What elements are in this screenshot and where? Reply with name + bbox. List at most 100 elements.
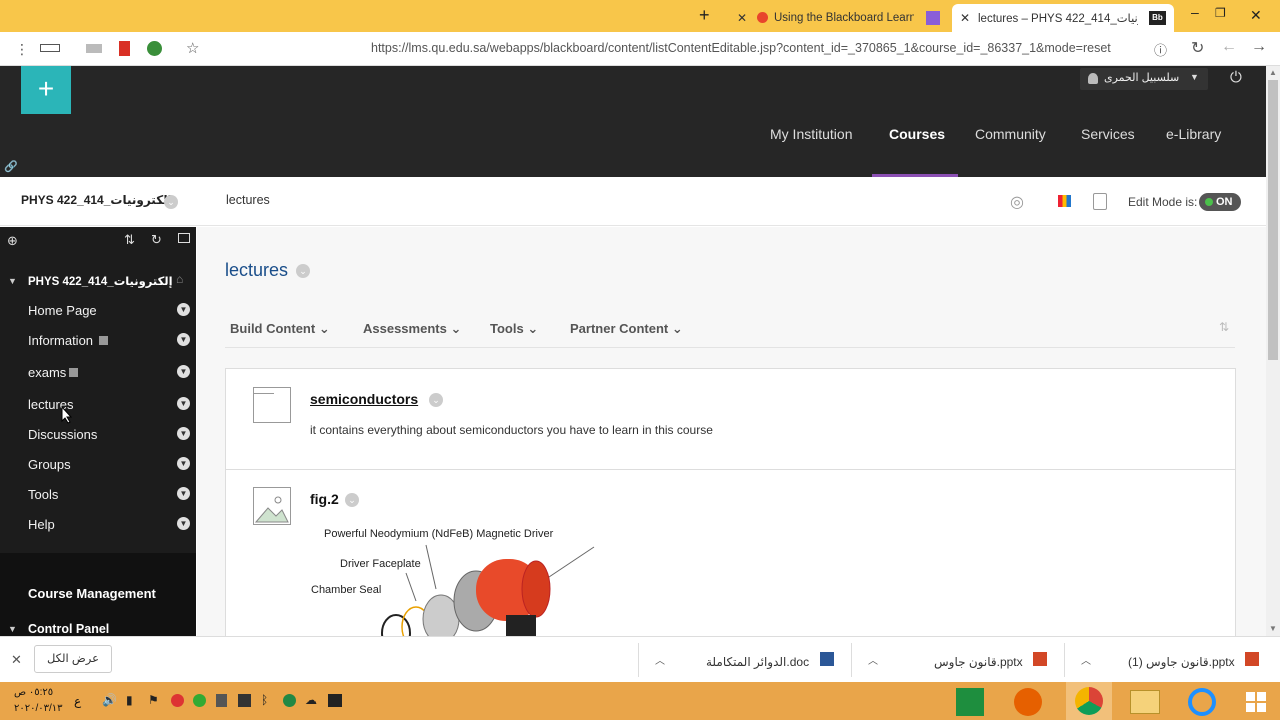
close-window-icon[interactable]: ✕ xyxy=(1250,7,1262,24)
sidebar-item-tools[interactable]: Tools xyxy=(28,487,58,502)
url-field[interactable]: https://lms.qu.edu.sa/webapps/blackboard… xyxy=(371,41,1111,55)
sidebar-item-discussions[interactable]: Discussions xyxy=(28,427,97,442)
power-icon[interactable]: ⏻ xyxy=(1230,69,1242,86)
chevron-down-icon[interactable]: ⌄ xyxy=(345,493,359,507)
sidebar-item-home-page[interactable]: Home Page xyxy=(28,303,97,318)
link-icon[interactable]: 🔗 xyxy=(4,160,18,173)
reload-icon[interactable]: ↻ xyxy=(1191,38,1204,58)
info-icon[interactable]: ⓘ xyxy=(1154,40,1167,59)
chevron-up-icon[interactable]: ︿ xyxy=(1081,652,1091,667)
chevron-down-icon[interactable]: ▼ xyxy=(177,365,190,378)
collapse-icon[interactable]: ▼ xyxy=(8,624,17,634)
chevron-down-icon[interactable]: ▼ xyxy=(177,487,190,500)
sidebar-course-title[interactable]: PHYS 422_414_إلكترونيات xyxy=(28,274,173,288)
tray-app-icon[interactable] xyxy=(328,694,342,707)
flag-icon[interactable]: ⚑ xyxy=(148,693,159,707)
user-menu[interactable]: سلسبيل الحمرى ▼ xyxy=(1080,68,1208,90)
content-item-title[interactable]: fig.2 xyxy=(310,491,339,507)
chevron-down-icon[interactable]: ⌄ xyxy=(164,195,178,209)
file-explorer-icon[interactable] xyxy=(1130,690,1160,714)
page-scrollbar[interactable]: ▲ ▼ xyxy=(1266,66,1280,636)
language-indicator-icon[interactable]: ع xyxy=(74,694,81,708)
bookmark-star-icon[interactable]: ☆ xyxy=(186,39,199,57)
nav-services[interactable]: Services xyxy=(1081,126,1135,142)
refresh-icon[interactable]: ↻ xyxy=(151,232,162,248)
cloud-icon[interactable]: ☁ xyxy=(305,693,317,707)
clock-time[interactable]: ٠٥:٢٥ ص xyxy=(14,687,53,698)
scroll-thumb[interactable] xyxy=(1268,80,1278,360)
volume-icon[interactable]: 🔊 xyxy=(102,693,117,707)
chevron-down-icon[interactable]: ▼ xyxy=(177,427,190,440)
tray-app-icon[interactable] xyxy=(193,694,206,707)
home-icon[interactable]: ⌂ xyxy=(176,272,183,286)
sidebar-item-groups[interactable]: Groups xyxy=(28,457,71,472)
reorder-icon[interactable]: ⇅ xyxy=(124,232,135,248)
partner-content-menu[interactable]: Partner Content ⌄ xyxy=(570,321,683,337)
nav-community[interactable]: Community xyxy=(975,126,1046,142)
nav-courses[interactable]: Courses xyxy=(889,126,945,142)
chevron-down-icon[interactable]: ▼ xyxy=(177,333,190,346)
nav-e-library[interactable]: e-Library xyxy=(1166,126,1221,142)
restore-window-icon[interactable]: ❐ xyxy=(1215,6,1226,20)
folder-view-icon[interactable] xyxy=(178,233,190,243)
sort-icon[interactable]: ⇅ xyxy=(1219,320,1229,334)
nav-my-institution[interactable]: My Institution xyxy=(770,126,852,142)
sidebar-item-help[interactable]: Help xyxy=(28,517,55,532)
show-all-downloads-button[interactable]: عرض الكل xyxy=(34,645,112,673)
edit-mode-toggle[interactable]: ON xyxy=(1199,193,1241,211)
breadcrumb-course[interactable]: PHYS 422_414_إلكترونيات xyxy=(21,193,172,207)
minimize-window-icon[interactable]: ‒ xyxy=(1191,4,1199,20)
globe-icon[interactable] xyxy=(147,41,162,56)
assessments-menu[interactable]: Assessments ⌄ xyxy=(363,321,461,337)
student-preview-icon[interactable]: ◎ xyxy=(1010,192,1024,212)
firefox-icon[interactable] xyxy=(1014,688,1042,716)
sidebar-item-information[interactable]: Information xyxy=(28,333,93,348)
new-tab-icon[interactable]: + xyxy=(699,5,710,26)
build-content-menu[interactable]: Build Content ⌄ xyxy=(230,321,330,337)
tab-using-blackboard[interactable]: ✕ Using the Blackboard Learni xyxy=(732,4,946,32)
chevron-down-icon[interactable]: ▼ xyxy=(177,397,190,410)
tray-app-icon[interactable] xyxy=(283,694,296,707)
add-menu-item-icon[interactable]: ⊕ xyxy=(7,233,18,249)
close-icon[interactable]: ✕ xyxy=(11,652,22,668)
scroll-down-icon[interactable]: ▼ xyxy=(1269,624,1277,633)
sidebar-item-exams[interactable]: exams xyxy=(28,365,66,380)
tray-app-icon[interactable] xyxy=(238,694,251,707)
store-icon[interactable] xyxy=(956,688,984,716)
control-panel[interactable]: Control Panel xyxy=(28,622,109,636)
download-item[interactable]: الدوائر المتكاملة.doc xyxy=(706,655,809,669)
chevron-down-icon[interactable]: ▼ xyxy=(177,517,190,530)
close-tab-icon[interactable]: ✕ xyxy=(960,11,970,25)
chrome-taskbar-button[interactable] xyxy=(1066,682,1112,720)
content-item-title[interactable]: semiconductors xyxy=(310,391,418,407)
color-theme-icon[interactable] xyxy=(1058,195,1071,207)
chevron-up-icon[interactable]: ︿ xyxy=(868,652,878,667)
tray-app-icon[interactable] xyxy=(171,694,184,707)
back-icon[interactable]: → xyxy=(1251,38,1267,56)
bluetooth-icon[interactable]: ᛒ xyxy=(261,693,268,707)
windows-start-icon[interactable] xyxy=(1246,692,1266,712)
chevron-up-icon[interactable]: ︿ xyxy=(655,652,665,667)
scroll-up-icon[interactable]: ▲ xyxy=(1269,68,1277,77)
add-tool-icon[interactable]: + xyxy=(21,66,71,114)
tab-lectures[interactable]: ✕ lectures – PHYS 422_414_إلكترونيات Bb xyxy=(952,4,1174,32)
close-tab-icon[interactable]: ✕ xyxy=(737,11,747,25)
chevron-down-icon[interactable]: ⌄ xyxy=(296,264,310,278)
extension-icon[interactable] xyxy=(40,44,60,52)
menu-dots-icon[interactable]: ⋮ xyxy=(15,41,29,58)
clock-date[interactable]: ٢٠٢٠/٠٣/١٣ xyxy=(14,703,63,714)
internet-explorer-icon[interactable] xyxy=(1188,688,1216,716)
chevron-down-icon[interactable]: ⌄ xyxy=(429,393,443,407)
chevron-down-icon[interactable]: ▼ xyxy=(177,303,190,316)
lock-icon[interactable] xyxy=(1093,193,1107,210)
tools-menu[interactable]: Tools ⌄ xyxy=(490,321,538,337)
download-item[interactable]: قانون جاوس.pptx xyxy=(934,655,1023,669)
tray-app-icon[interactable] xyxy=(216,694,227,707)
pdf-icon[interactable] xyxy=(119,41,130,56)
forward-icon[interactable]: ← xyxy=(1221,38,1237,56)
collapse-icon[interactable]: ▼ xyxy=(8,276,17,286)
chevron-down-icon[interactable]: ▼ xyxy=(177,457,190,470)
network-icon[interactable]: ▮ xyxy=(126,693,133,707)
download-item[interactable]: قانون جاوس (1).pptx xyxy=(1128,655,1235,669)
cast-icon[interactable] xyxy=(86,44,102,53)
